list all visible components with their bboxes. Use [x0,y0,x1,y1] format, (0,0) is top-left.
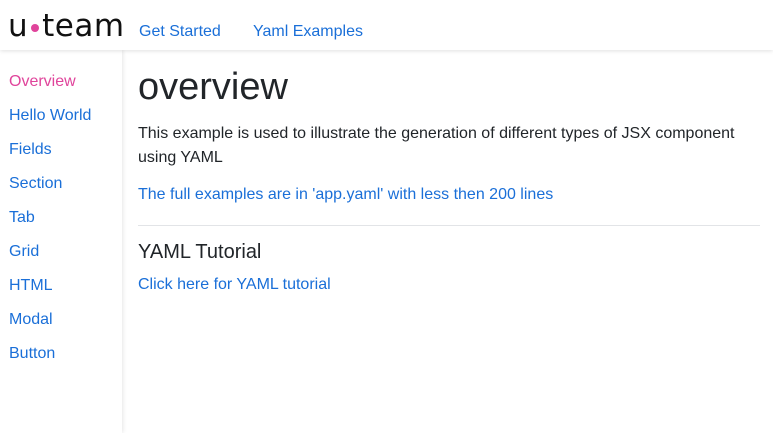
sidebar-item-overview[interactable]: Overview [9,73,76,91]
sidebar-item-tab[interactable]: Tab [9,209,35,227]
sidebar-item-button[interactable]: Button [9,345,55,363]
sidebar-item-html[interactable]: HTML [9,277,53,295]
sidebar-item-grid[interactable]: Grid [9,243,39,261]
nav-get-started[interactable]: Get Started [139,23,221,41]
intro-paragraph: This example is used to illustrate the g… [138,125,735,166]
yaml-tutorial-link[interactable]: Click here for YAML tutorial [138,276,331,294]
page-title: overview [138,66,288,108]
uteam-logo[interactable]: u team [8,8,125,44]
nav-yaml-examples[interactable]: Yaml Examples [253,23,363,41]
sidebar-item-section[interactable]: Section [9,175,62,193]
sidebar-item-modal[interactable]: Modal [9,311,53,329]
full-examples-link[interactable]: The full examples are in 'app.yaml' with… [138,186,553,204]
logo-word-team: team [42,8,125,44]
top-navbar: u team Get Started Yaml Examples [0,0,773,50]
logo-letter-u: u [8,8,29,44]
logo-dot [31,24,40,32]
sidebar-item-fields[interactable]: Fields [9,141,52,159]
yaml-tutorial-heading: YAML Tutorial [138,241,262,263]
section-divider [138,225,760,226]
sidebar-item-hello-world[interactable]: Hello World [9,107,91,125]
sidebar: Overview Hello World Fields Section Tab … [0,50,122,433]
